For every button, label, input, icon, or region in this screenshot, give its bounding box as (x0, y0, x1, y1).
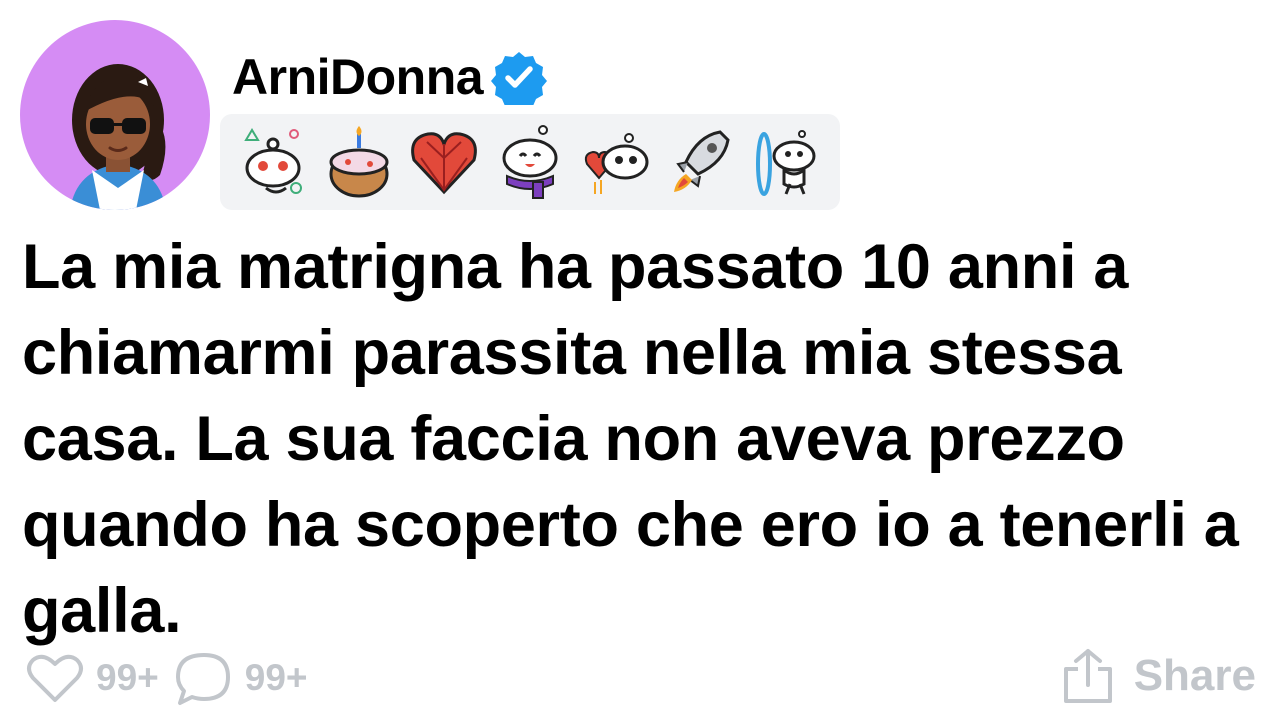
snoo-portal-trophy-icon (750, 122, 824, 202)
like-count: 99+ (96, 657, 159, 698)
avatar[interactable] (20, 20, 210, 210)
snoo-heart-trophy-icon (579, 122, 653, 202)
gem-heart-trophy-icon (407, 122, 481, 202)
like-button[interactable] (24, 649, 86, 707)
snoo-scarf-trophy-icon (493, 122, 567, 202)
username[interactable]: ArniDonna (232, 52, 484, 102)
post-text: La mia matrigna ha passato 10 anni a chi… (22, 232, 1239, 646)
share-label: Share (1133, 651, 1256, 700)
action-bar: 99+ 99+ (24, 648, 322, 708)
comment-button[interactable] (173, 649, 235, 707)
rocket-trophy-icon (664, 122, 738, 202)
trophy-case (220, 114, 840, 210)
avatar-illustration (70, 64, 166, 210)
verified-badge-icon (491, 52, 548, 105)
comment-bubble-icon (175, 653, 230, 705)
comment-count: 99+ (244, 657, 308, 698)
birthday-cake-trophy-icon (322, 122, 396, 202)
snoo-shapes-trophy-icon (236, 122, 310, 202)
share-icon (1063, 649, 1112, 703)
share-button[interactable]: Share (1060, 644, 1256, 708)
heart-icon (27, 654, 83, 702)
author-header: ArniDonna (232, 48, 548, 106)
